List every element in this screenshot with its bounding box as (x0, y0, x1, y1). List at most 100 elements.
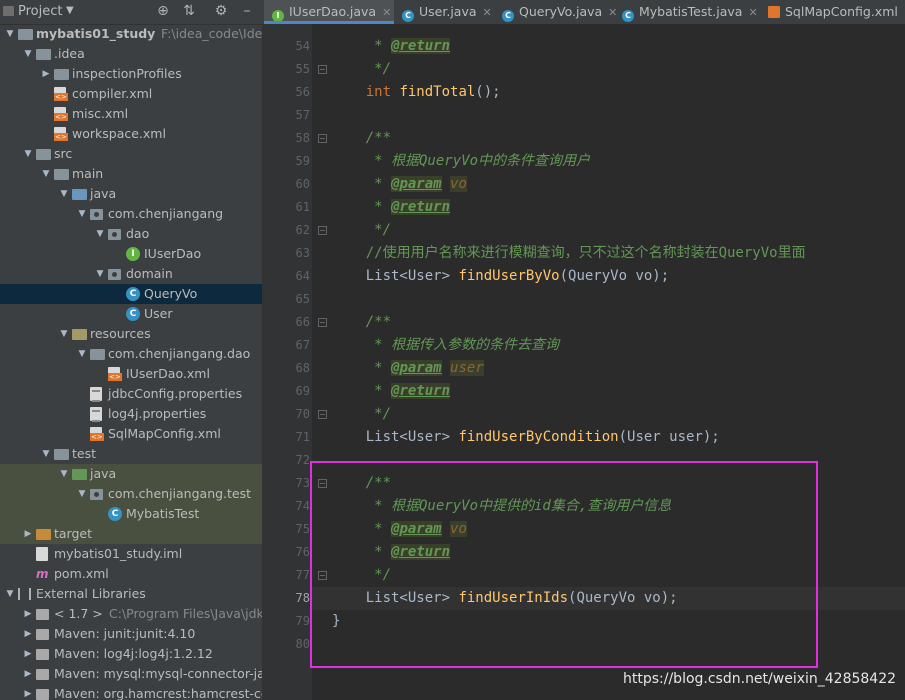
collapse-arrow-icon[interactable]: ▶ (22, 644, 34, 664)
code-line: * @param vo (332, 173, 467, 196)
code-token: user (450, 360, 484, 376)
code-line: List<User> findUserByCondition(User user… (332, 426, 720, 449)
tree-item[interactable]: ▼ com.chenjiangang.dao (0, 344, 262, 364)
fold-marker-icon[interactable] (318, 226, 327, 235)
tree-item[interactable]: C MybatisTest (0, 504, 262, 524)
fold-marker-icon[interactable] (318, 410, 327, 419)
tree-item-label: src (54, 146, 73, 161)
tree-item-label: IUserDao.xml (126, 366, 210, 381)
code-line: * 根据传入参数的条件去查询 (332, 334, 559, 357)
code-token: (QueryVo vo); (559, 268, 670, 284)
expand-arrow-icon[interactable]: ▼ (4, 24, 16, 44)
hide-icon[interactable]: – (238, 3, 256, 19)
folder-icon (18, 29, 33, 40)
collapse-arrow-icon[interactable]: ▶ (22, 604, 34, 624)
expand-arrow-icon[interactable]: ▼ (58, 324, 70, 344)
tree-item[interactable]: ▶ < 1.7 > C:\Program Files\Java\jdk1.7 (0, 604, 262, 624)
tree-item[interactable]: mybatis01_study.iml (0, 544, 262, 564)
tree-item-label: test (72, 446, 97, 461)
expand-arrow-icon[interactable]: ▼ (76, 204, 88, 224)
tree-item[interactable]: ▼ dao (0, 224, 262, 244)
line-number-text: 54 (295, 39, 310, 53)
expand-arrow-icon[interactable]: ▼ (22, 144, 34, 164)
tree-item[interactable]: ▼ java (0, 184, 262, 204)
expand-arrow-icon[interactable]: ▼ (94, 224, 106, 244)
code-line: * @return (332, 35, 451, 58)
tree-item[interactable]: ▼ domain (0, 264, 262, 284)
tree-item[interactable]: ▼ com.chenjiangang.test (0, 484, 262, 504)
expand-arrow-icon[interactable]: ▼ (76, 344, 88, 364)
tree-item[interactable]: ▶ Maven: org.hamcrest:hamcrest-core: (0, 684, 262, 700)
code-token: /** (332, 314, 392, 330)
gear-icon[interactable]: ⚙ (212, 3, 230, 19)
line-number-text: 69 (295, 384, 310, 398)
tree-item[interactable]: ▶ inspectionProfiles (0, 64, 262, 84)
line-number-text: 72 (295, 453, 310, 467)
collapse-arrow-icon[interactable]: ▶ (22, 624, 34, 644)
collapse-all-icon[interactable]: ⇅ (180, 3, 198, 19)
tree-item[interactable]: ▼ com.chenjiangang (0, 204, 262, 224)
fold-marker-icon[interactable] (318, 65, 327, 74)
tree-item[interactable]: compiler.xml (0, 84, 262, 104)
expand-arrow-icon[interactable]: ▼ (58, 464, 70, 484)
watermark: https://blog.csdn.net/weixin_42858422 (623, 671, 897, 687)
line-number: 79 (262, 610, 312, 633)
expand-arrow-icon[interactable]: ▼ (58, 184, 70, 204)
collapse-arrow-icon[interactable]: ▶ (22, 684, 34, 700)
editor-tab[interactable]: I IUserDao.java ✕ (264, 0, 394, 24)
line-number: 78 (262, 587, 312, 610)
folder-icon (90, 349, 105, 360)
expand-arrow-icon[interactable]: ▼ (4, 584, 16, 604)
project-panel-title[interactable]: Project (18, 4, 62, 19)
library-icon (36, 629, 49, 640)
tree-item[interactable]: IUserDao.xml (0, 364, 262, 384)
tree-item[interactable]: ▼ .idea (0, 44, 262, 64)
expand-arrow-icon[interactable]: ▼ (40, 444, 52, 464)
code-token: findUserByVo (458, 268, 560, 284)
editor-tab-label: MybatisTest.java (639, 4, 743, 19)
close-icon[interactable]: ✕ (483, 6, 492, 19)
tree-item[interactable]: ▶ Maven: junit:junit:4.10 (0, 624, 262, 644)
fold-marker-icon[interactable] (318, 318, 327, 327)
close-icon[interactable]: ✕ (748, 6, 757, 19)
tree-item[interactable]: ▼ mybatis01_study F:\idea_code\IdeaPro (0, 24, 262, 44)
collapse-arrow-icon[interactable]: ▶ (22, 664, 34, 684)
expand-arrow-icon[interactable]: ▼ (22, 44, 34, 64)
fold-marker-icon[interactable] (318, 134, 327, 143)
tree-item-path: F:\idea_code\IdeaPro (161, 26, 262, 41)
tree-item[interactable]: ▼ External Libraries (0, 584, 262, 604)
tree-item[interactable]: C User (0, 304, 262, 324)
editor-tab[interactable]: C QueryVo.java ✕ (494, 0, 617, 24)
expand-arrow-icon[interactable]: ▼ (40, 164, 52, 184)
target-icon[interactable]: ⊕ (154, 3, 172, 19)
expand-arrow-icon[interactable]: ▼ (94, 264, 106, 284)
editor-tab[interactable]: C User.java ✕ (394, 0, 494, 24)
collapse-arrow-icon[interactable]: ▶ (22, 524, 34, 544)
tree-item[interactable]: ▶ Maven: log4j:log4j:1.2.12 (0, 644, 262, 664)
tree-item[interactable]: m pom.xml (0, 564, 262, 584)
excluded-folder-icon (36, 529, 51, 540)
close-icon[interactable]: ✕ (382, 6, 391, 19)
tree-item[interactable]: workspace.xml (0, 124, 262, 144)
tree-item[interactable]: SqlMapConfig.xml (0, 424, 262, 444)
tree-item[interactable]: jdbcConfig.properties (0, 384, 262, 404)
tree-item[interactable]: I IUserDao (0, 244, 262, 264)
tree-item[interactable]: C QueryVo (0, 284, 262, 304)
collapse-arrow-icon[interactable]: ▶ (40, 64, 52, 84)
tree-item[interactable]: log4j.properties (0, 404, 262, 424)
tree-item-label: mybatis01_study (36, 26, 156, 41)
tree-item[interactable]: misc.xml (0, 104, 262, 124)
tree-item[interactable]: ▼ resources (0, 324, 262, 344)
tree-item[interactable]: ▼ src (0, 144, 262, 164)
tree-item[interactable]: ▶ Maven: mysql:mysql-connector-java: (0, 664, 262, 684)
tree-item[interactable]: ▼ main (0, 164, 262, 184)
line-number: 56 (262, 81, 312, 104)
editor-tab[interactable]: SqlMapConfig.xml✕ (760, 0, 905, 24)
tree-item[interactable]: ▼ java (0, 464, 262, 484)
chevron-down-icon[interactable]: ▼ (66, 5, 74, 16)
editor-tab[interactable]: C MybatisTest.java ✕ (614, 0, 760, 24)
tree-item[interactable]: ▼ test (0, 444, 262, 464)
code-line: * @return (332, 380, 451, 403)
expand-arrow-icon[interactable]: ▼ (76, 484, 88, 504)
tree-item[interactable]: ▶ target (0, 524, 262, 544)
